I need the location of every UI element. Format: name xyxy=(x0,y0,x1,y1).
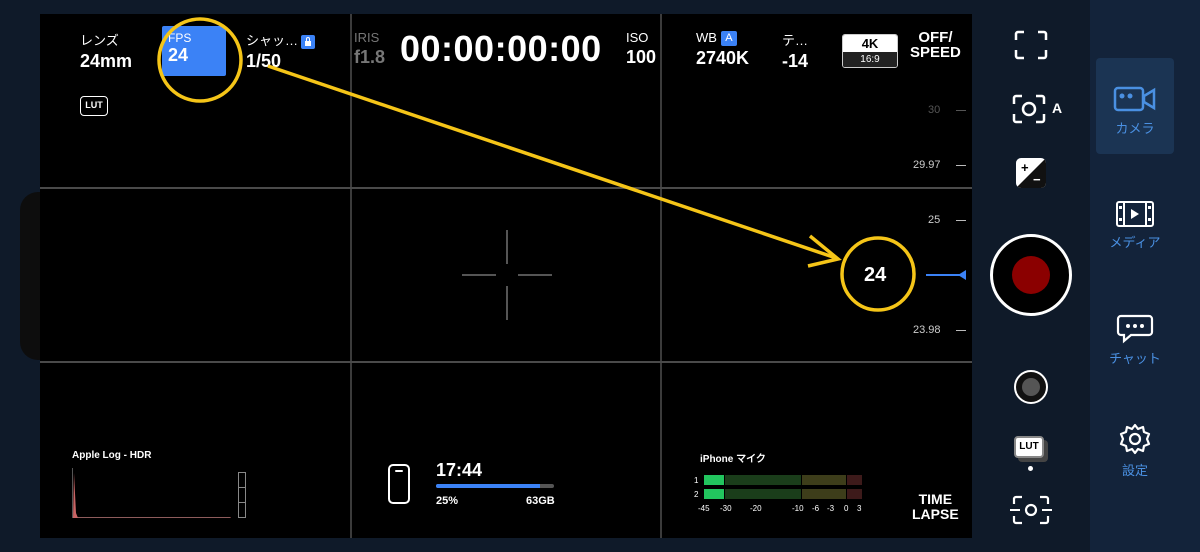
iris-value: f1.8 xyxy=(354,47,386,67)
fps-scale-tick[interactable]: 29.97 xyxy=(913,159,941,171)
sidebar-item-chat[interactable]: チャット xyxy=(1096,300,1174,370)
iso-value: 100 xyxy=(626,47,657,67)
lens-readout[interactable]: レンズ 24mm xyxy=(80,30,132,72)
off-speed-button[interactable]: OFF/ SPEED xyxy=(910,30,961,60)
storage-bar xyxy=(436,484,554,488)
fps-scale-tick[interactable]: 30 xyxy=(928,104,940,116)
timelapse-line1: TIME xyxy=(918,491,953,507)
exposure-compensation-icon[interactable]: + − xyxy=(1016,158,1046,188)
fps-label: FPS xyxy=(168,31,192,45)
sidebar-item-label: チャット xyxy=(1109,351,1161,366)
fps-button[interactable]: FPS 24 xyxy=(162,26,226,76)
camera-controls-column: A + − LUT xyxy=(972,0,1090,552)
wb-readout[interactable]: WB A 2740K xyxy=(696,30,749,69)
grid-line xyxy=(350,14,352,538)
lut-indicator: LUT xyxy=(80,96,108,116)
crosshair-icon xyxy=(462,230,552,320)
histogram xyxy=(72,468,231,518)
fps-value: 24 xyxy=(168,45,189,65)
record-dot xyxy=(1012,256,1050,294)
fps-scale-mark xyxy=(956,165,966,166)
gear-icon xyxy=(1119,423,1151,455)
speed-line2: SPEED xyxy=(910,44,961,61)
face-detect-icon[interactable] xyxy=(1010,494,1052,526)
tint-label: テ… xyxy=(782,33,809,48)
sidebar-item-settings[interactable]: 設定 xyxy=(1096,412,1174,482)
wb-label: WB xyxy=(696,30,717,45)
fps-scale-mark xyxy=(956,330,966,331)
aspect-ratio: 16:9 xyxy=(843,52,897,67)
audio-meter-ch2 xyxy=(704,489,862,499)
timecode: 00:00:00:00 xyxy=(400,28,602,69)
resolution-badge[interactable]: 4K 16:9 xyxy=(842,34,898,68)
record-button[interactable] xyxy=(990,234,1072,316)
storage-bar-fill xyxy=(436,484,540,488)
lens-switch-icon[interactable] xyxy=(1014,370,1048,404)
resolution-value: 4K xyxy=(843,35,897,52)
page-indicator-dot xyxy=(1028,466,1033,471)
iris-readout[interactable]: IRIS f1.8 xyxy=(354,30,385,68)
grid-line xyxy=(40,361,972,363)
lock-icon xyxy=(301,34,316,49)
lens-label: レンズ xyxy=(80,33,119,48)
fps-scale-tick[interactable]: 23.98 xyxy=(913,324,941,336)
slider-pointer-icon xyxy=(958,270,966,280)
auto-focus-label: A xyxy=(1052,100,1063,116)
audio-scale: -45 -30 -20 -10 -6 -3 0 3 xyxy=(698,504,862,513)
shutter-readout[interactable]: シャッ… 1/50 xyxy=(246,30,316,72)
fps-scale-tick[interactable]: 25 xyxy=(928,214,940,226)
shutter-label: シャッ… xyxy=(246,33,299,48)
chat-icon xyxy=(1116,314,1154,344)
audio-channel-2-label: 2 xyxy=(694,490,699,499)
sidebar-item-label: メディア xyxy=(1109,235,1161,250)
lens-value: 24mm xyxy=(80,51,133,71)
shutter-value: 1/50 xyxy=(246,51,282,71)
audio-meter-ch1 xyxy=(704,475,862,485)
auto-focus-icon[interactable]: A xyxy=(1012,94,1068,124)
sidebar-item-label: カメラ xyxy=(1115,121,1155,136)
film-icon xyxy=(1116,201,1154,227)
phone-storage-icon xyxy=(388,464,410,504)
grid-line xyxy=(660,14,662,538)
speed-line1: OFF/ xyxy=(918,29,953,46)
fps-scale-mark xyxy=(956,220,966,221)
wb-auto-badge: A xyxy=(720,31,737,47)
grid-line xyxy=(40,187,972,189)
sidebar-item-media[interactable]: メディア xyxy=(1096,186,1174,256)
record-time-remaining: 17:44 xyxy=(436,460,483,480)
fps-selected-value[interactable]: 24 xyxy=(864,264,886,287)
histogram-label: Apple Log - HDR xyxy=(72,450,152,461)
timelapse-line2: LAPSE xyxy=(912,506,959,522)
histogram-scale xyxy=(238,472,246,518)
svg-text:+: + xyxy=(1021,160,1029,175)
lut-button[interactable]: LUT xyxy=(1014,436,1048,462)
sidebar-item-camera[interactable]: カメラ xyxy=(1096,58,1174,154)
camera-icon xyxy=(1113,86,1156,112)
tint-value: -14 xyxy=(782,51,809,71)
timelapse-button[interactable]: TIME LAPSE xyxy=(912,492,959,522)
iso-label: ISO xyxy=(626,30,649,45)
iris-label: IRIS xyxy=(354,30,380,45)
audio-source-label: iPhone マイク xyxy=(700,454,766,465)
iso-readout[interactable]: ISO 100 xyxy=(626,30,656,68)
battery-percent: 25% xyxy=(436,495,459,507)
audio-channel-1-label: 1 xyxy=(694,476,699,485)
focus-frame-icon[interactable] xyxy=(1014,30,1048,60)
lut-button-label: LUT xyxy=(1014,436,1044,458)
wb-value: 2740K xyxy=(696,48,750,69)
sidebar-nav: カメラ メディア チャット 設定 xyxy=(1090,0,1200,552)
svg-text:−: − xyxy=(1033,172,1041,187)
sidebar-item-label: 設定 xyxy=(1121,463,1148,478)
camera-viewfinder[interactable]: レンズ 24mm FPS 24 シャッ… 1/50 IRIS f1.8 00:0… xyxy=(40,14,972,538)
storage-capacity: 63GB xyxy=(526,495,555,507)
tint-readout[interactable]: テ… -14 xyxy=(782,30,808,72)
fps-scale-mark xyxy=(956,110,966,111)
